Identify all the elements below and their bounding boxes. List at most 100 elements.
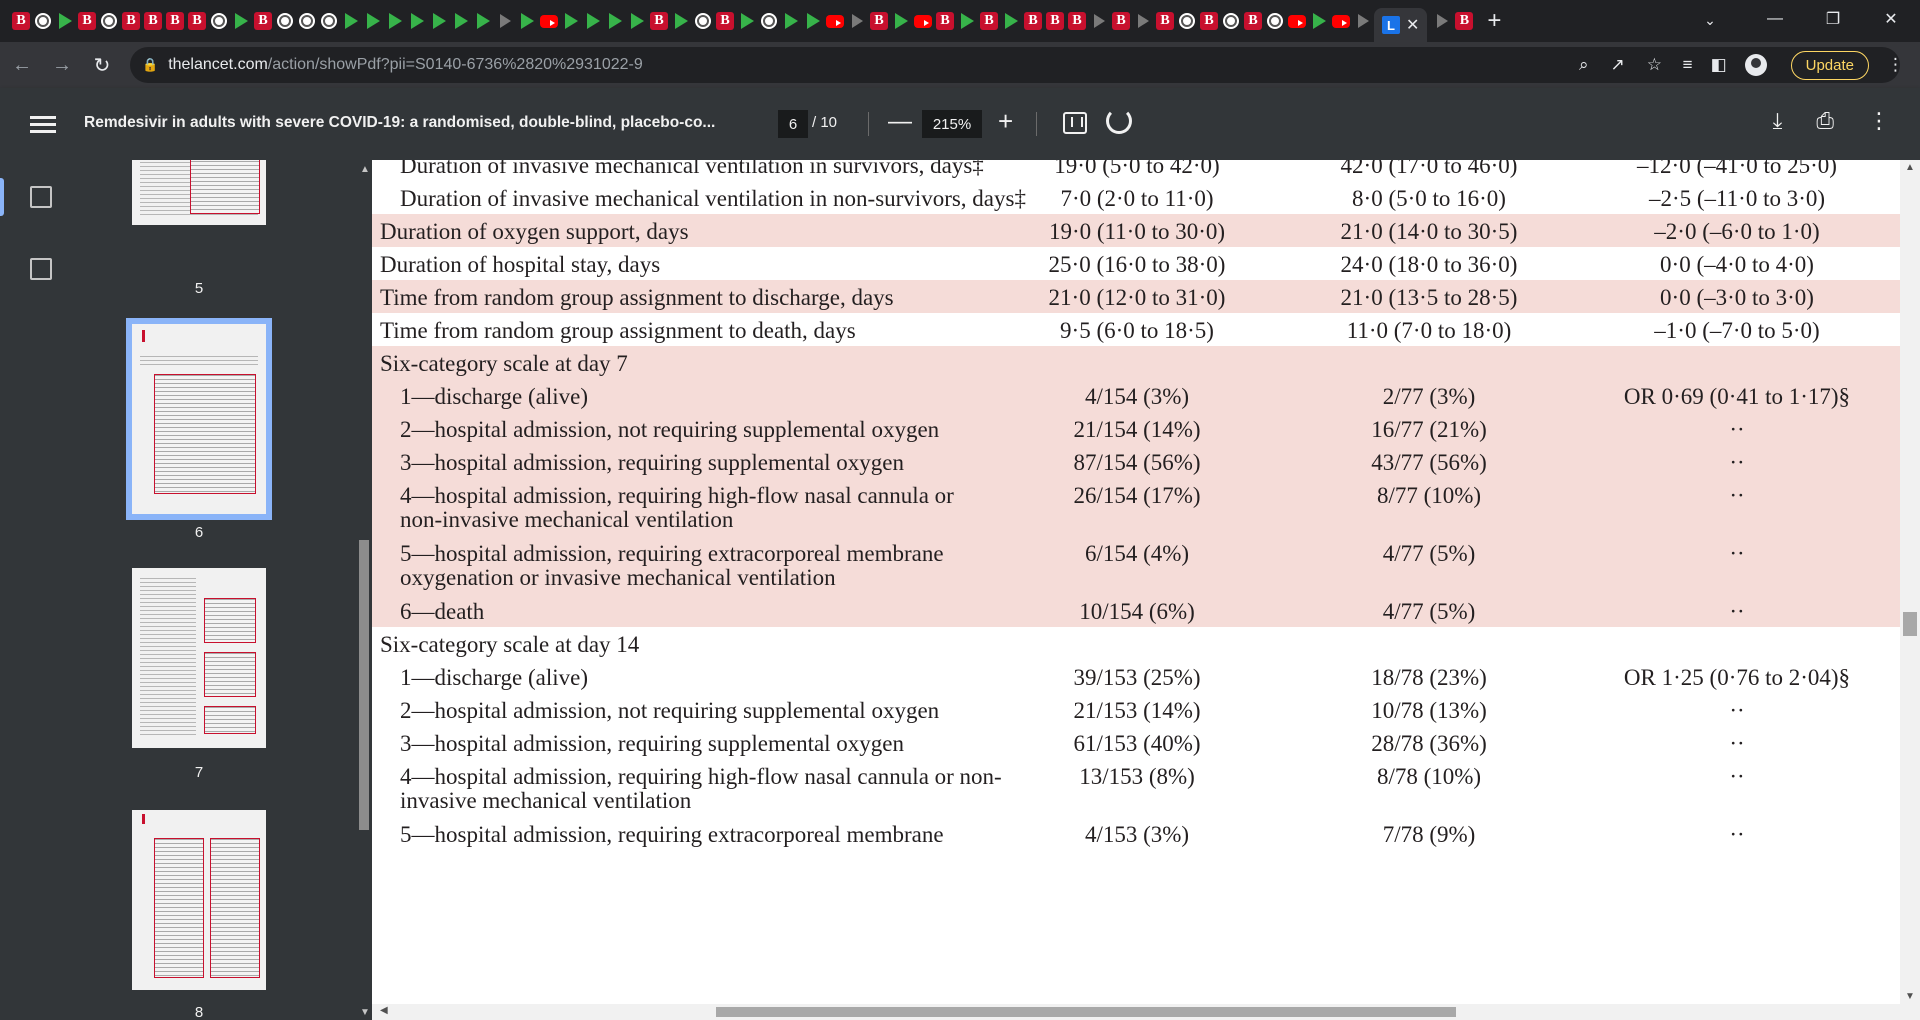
tab-favicon-icon[interactable] xyxy=(912,9,934,33)
tab-favicon-icon[interactable] xyxy=(494,9,516,33)
scroll-up-icon[interactable]: ▲ xyxy=(1905,162,1915,173)
tab-favicon-icon[interactable]: B xyxy=(1455,12,1474,30)
tab-favicon-icon[interactable]: B xyxy=(714,9,736,33)
close-window-icon[interactable]: ✕ xyxy=(1862,0,1920,38)
url-text[interactable]: thelancet.com/action/showPdf?pii=S0140-6… xyxy=(168,56,643,74)
zoom-out-icon[interactable]: — xyxy=(888,108,912,136)
fit-to-page-icon[interactable] xyxy=(1063,112,1087,134)
forward-arrow-icon[interactable]: → xyxy=(44,47,80,83)
tab-favicon-icon[interactable]: B xyxy=(648,9,670,33)
address-bar[interactable]: 🔒 thelancet.com/action/showPdf?pii=S0140… xyxy=(130,47,1900,83)
restore-icon[interactable]: ❐ xyxy=(1804,0,1862,38)
tab-favicon-icon[interactable] xyxy=(846,9,868,33)
tab-favicon-icon[interactable] xyxy=(340,9,362,33)
tab-favicon-icon[interactable]: B xyxy=(1110,9,1132,33)
tab-favicon-icon[interactable] xyxy=(802,9,824,33)
rotate-icon[interactable] xyxy=(1106,108,1132,134)
tab-favicon-icon[interactable]: B xyxy=(164,9,186,33)
tab-favicon-icon[interactable] xyxy=(582,9,604,33)
zoom-in-icon[interactable]: + xyxy=(998,106,1013,137)
tab-favicon-icon[interactable] xyxy=(824,9,846,33)
tab-favicon-icon[interactable]: B xyxy=(142,9,164,33)
scroll-left-icon[interactable]: ◀ xyxy=(380,1005,388,1016)
tab-favicon-icon[interactable] xyxy=(890,9,912,33)
back-arrow-icon[interactable]: ← xyxy=(4,47,40,83)
tab-favicon-icon[interactable]: B xyxy=(934,9,956,33)
tab-favicon-icon[interactable]: B xyxy=(1044,9,1066,33)
side-panel-icon[interactable]: ◧ xyxy=(1711,55,1727,75)
tab-favicon-icon[interactable] xyxy=(32,9,54,33)
hamburger-menu-icon[interactable] xyxy=(30,112,56,137)
tab-favicon-icon[interactable] xyxy=(208,9,230,33)
tab-favicon-icon[interactable] xyxy=(230,9,252,33)
tab-favicon-icon[interactable]: B xyxy=(978,9,1000,33)
tab-favicon-icon[interactable] xyxy=(670,9,692,33)
tab-favicon-icon[interactable] xyxy=(560,9,582,33)
tab-favicon-icon[interactable] xyxy=(736,9,758,33)
tab-favicon-icon[interactable] xyxy=(1264,9,1286,33)
tab-favicon-icon[interactable] xyxy=(626,9,648,33)
new-tab-button[interactable]: + xyxy=(1487,7,1501,35)
print-icon[interactable]: ⎙ xyxy=(1816,108,1834,134)
tab-favicon-icon[interactable] xyxy=(450,9,472,33)
tab-favicon-icon[interactable] xyxy=(406,9,428,33)
close-tab-icon[interactable]: ✕ xyxy=(1406,15,1419,35)
tab-favicon-icon[interactable] xyxy=(538,9,560,33)
tab-favicon-icon[interactable] xyxy=(758,9,780,33)
tab-search-chevron-icon[interactable]: ⌄ xyxy=(1696,6,1724,34)
update-button[interactable]: Update xyxy=(1790,50,1869,80)
tab-favicon-icon[interactable] xyxy=(516,9,538,33)
tab-favicon-icon[interactable]: B xyxy=(120,9,142,33)
tab-favicon-icon[interactable] xyxy=(318,9,340,33)
tab-favicon-icon[interactable] xyxy=(362,9,384,33)
scroll-up-icon[interactable]: ▲ xyxy=(360,164,370,175)
tab-favicon-icon[interactable] xyxy=(692,9,714,33)
more-options-icon[interactable]: ⋮ xyxy=(1868,108,1890,134)
zoom-level-input[interactable]: 215% xyxy=(922,110,982,138)
page-thumbnail-7[interactable] xyxy=(132,568,266,748)
tab-favicon-icon[interactable]: B xyxy=(1198,9,1220,33)
horizontal-scroll-thumb[interactable] xyxy=(716,1007,1456,1017)
tab-favicon-icon[interactable]: B xyxy=(186,9,208,33)
tab-favicon-icon[interactable] xyxy=(296,9,318,33)
scroll-down-icon[interactable]: ▼ xyxy=(360,1007,370,1018)
tab-favicon-icon[interactable] xyxy=(1132,9,1154,33)
tab-favicon-icon[interactable] xyxy=(780,9,802,33)
tab-favicon-icon[interactable] xyxy=(1176,9,1198,33)
sidebar-scroll-thumb[interactable] xyxy=(359,540,369,830)
thumbnails-view-icon[interactable] xyxy=(0,178,52,216)
tab-favicon-icon[interactable]: B xyxy=(1066,9,1088,33)
bookmark-star-icon[interactable]: ☆ xyxy=(1647,55,1662,75)
tab-favicon-icon[interactable] xyxy=(1308,9,1330,33)
tab-favicon-icon[interactable] xyxy=(428,9,450,33)
tab-favicon-icon[interactable] xyxy=(1000,9,1022,33)
download-icon[interactable]: ⤓ xyxy=(1773,108,1783,134)
page-thumbnail-8[interactable] xyxy=(132,810,266,990)
tab-favicon-icon[interactable]: B xyxy=(868,9,890,33)
page-thumbnail-5[interactable] xyxy=(132,160,266,225)
tab-favicon-icon[interactable] xyxy=(1330,9,1352,33)
tab-favicon-icon[interactable]: B xyxy=(10,9,32,33)
tab-favicon-icon[interactable] xyxy=(54,9,76,33)
scroll-down-icon[interactable]: ▼ xyxy=(1905,991,1915,1002)
tab-favicon-icon[interactable] xyxy=(1286,9,1308,33)
active-tab[interactable]: L ✕ xyxy=(1374,8,1428,42)
document-vertical-scrollbar[interactable]: ▲ ▼ xyxy=(1900,160,1920,1004)
vertical-scroll-thumb[interactable] xyxy=(1903,612,1917,636)
lock-icon[interactable]: 🔒 xyxy=(142,57,158,73)
tab-favicon-icon[interactable] xyxy=(472,9,494,33)
tab-favicon-icon[interactable] xyxy=(1088,9,1110,33)
profile-avatar[interactable] xyxy=(1744,54,1767,76)
more-menu-icon[interactable]: ⋮ xyxy=(1887,55,1904,75)
page-number-input[interactable]: 6 xyxy=(778,110,808,138)
tab-favicon-icon[interactable]: B xyxy=(1022,9,1044,33)
zoom-icon[interactable]: ⌕ xyxy=(1579,55,1589,75)
minimize-icon[interactable]: — xyxy=(1746,0,1804,38)
tab-favicon-icon[interactable]: B xyxy=(1242,9,1264,33)
tab-favicon-icon[interactable] xyxy=(1220,9,1242,33)
tab-favicon-icon[interactable] xyxy=(1433,12,1451,30)
tab-favicon-icon[interactable]: B xyxy=(1154,9,1176,33)
reading-list-icon[interactable]: ≡ xyxy=(1683,55,1693,75)
document-horizontal-scrollbar[interactable]: ◀ xyxy=(372,1004,1920,1020)
tab-favicon-icon[interactable] xyxy=(604,9,626,33)
